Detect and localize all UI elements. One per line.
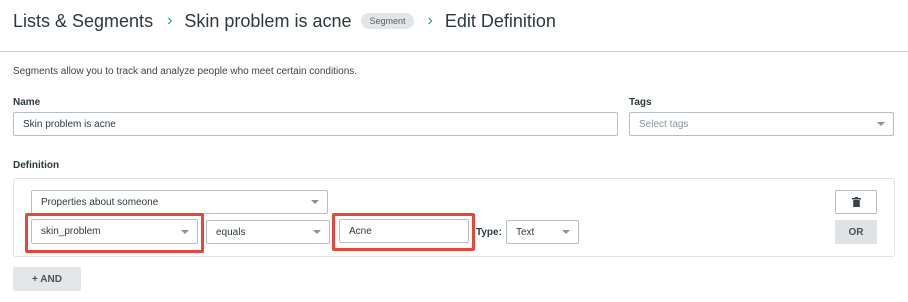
name-label: Name: [13, 97, 41, 108]
chevron-down-icon: [311, 200, 319, 204]
chevron-down-icon: [877, 122, 885, 126]
value-input[interactable]: Acne: [339, 219, 469, 243]
condition-type-value: Properties about someone: [41, 196, 159, 208]
delete-condition-button[interactable]: [835, 190, 877, 214]
type-label: Type:: [476, 227, 502, 238]
intro-text: Segments allow you to track and analyze …: [13, 66, 358, 77]
trash-icon: [851, 197, 861, 207]
page-header: Lists & Segments › Skin problem is acne …: [0, 0, 908, 52]
value-input-value: Acne: [349, 225, 372, 237]
type-value: Text: [516, 226, 535, 238]
operator-value: equals: [216, 226, 246, 238]
name-input-value: Skin problem is acne: [23, 118, 116, 130]
property-value: skin_problem: [41, 226, 101, 237]
chevron-down-icon: [181, 229, 189, 234]
add-and-condition-button[interactable]: + AND: [13, 267, 81, 291]
condition-type-select[interactable]: Properties about someone: [31, 190, 328, 214]
breadcrumb-segment-name[interactable]: Skin problem is acne: [184, 11, 351, 32]
or-button[interactable]: OR: [835, 220, 877, 244]
page-title: Edit Definition: [444, 11, 556, 31]
segment-badge: Segment: [361, 12, 414, 29]
breadcrumb: Lists & Segments › Skin problem is acne …: [13, 11, 556, 32]
property-select[interactable]: skin_problem: [31, 219, 198, 244]
chevron-down-icon: [562, 230, 570, 234]
tags-select[interactable]: Select tags: [629, 112, 894, 136]
name-input[interactable]: Skin problem is acne: [13, 112, 618, 136]
type-select[interactable]: Text: [506, 220, 579, 244]
chevron-right-icon: ›: [427, 11, 433, 29]
tags-label: Tags: [629, 97, 652, 108]
definition-label: Definition: [13, 160, 60, 171]
chevron-right-icon: ›: [167, 11, 173, 29]
operator-select[interactable]: equals: [206, 220, 330, 244]
breadcrumb-lists-segments[interactable]: Lists & Segments: [13, 11, 153, 32]
tags-placeholder: Select tags: [639, 118, 689, 130]
chevron-down-icon: [313, 230, 321, 234]
